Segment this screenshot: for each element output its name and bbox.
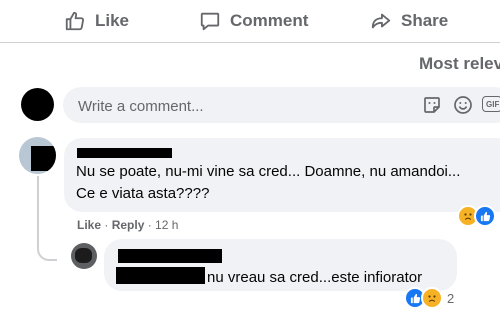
- avatar-redaction: [31, 146, 56, 171]
- comment-sort-dropdown[interactable]: Most relev: [419, 54, 500, 74]
- comment-text-line: Ce e viata asta????: [76, 185, 210, 202]
- like-reaction-icon: [474, 205, 496, 227]
- comment-text: Nu se poate, nu-mi vine sa cred... Doamn…: [76, 161, 500, 205]
- post-action-bar: Like Comment Share: [0, 0, 500, 43]
- reply-text: nu vreau sa cred...este infiorator: [207, 269, 423, 286]
- comment-input[interactable]: [76, 87, 380, 125]
- comment-composer: GIF: [63, 87, 500, 125]
- sticker-icon[interactable]: [422, 95, 442, 120]
- like-label: Like: [95, 11, 130, 30]
- reply-thread-line: [37, 176, 57, 261]
- replier-avatar[interactable]: [71, 243, 97, 269]
- reply-reactions[interactable]: 2: [404, 287, 454, 309]
- emoji-icon[interactable]: [453, 95, 473, 120]
- comment-reply-link[interactable]: Reply: [112, 218, 145, 232]
- comment-label: Comment: [230, 11, 309, 30]
- comment-button[interactable]: Comment: [199, 6, 308, 36]
- current-user-avatar[interactable]: [21, 88, 54, 121]
- comment-reactions[interactable]: [457, 205, 496, 227]
- author-name-redaction: [118, 249, 222, 263]
- comment-icon: [200, 12, 220, 31]
- sad-reaction-icon: [421, 287, 443, 309]
- comment-timestamp[interactable]: · 12 h: [144, 218, 179, 232]
- author-name-redaction: [77, 148, 172, 158]
- comment-actions: Like · Reply · 12 h: [77, 218, 178, 232]
- meta-separator: ·: [101, 218, 112, 232]
- mention-redaction: [116, 267, 205, 284]
- comment-like-link[interactable]: Like: [77, 218, 101, 232]
- sort-label: Most relev: [419, 54, 500, 73]
- share-icon: [371, 13, 391, 29]
- thumbs-up-icon: [65, 11, 85, 31]
- avatar-image: [75, 248, 92, 263]
- share-label: Share: [401, 11, 449, 30]
- comment-text-line: Nu se poate, nu-mi vine sa cred... Doamn…: [76, 163, 461, 180]
- commenter-avatar[interactable]: [19, 137, 56, 174]
- like-button[interactable]: Like: [64, 6, 129, 36]
- share-button[interactable]: Share: [370, 6, 448, 36]
- reaction-count: 2: [447, 290, 455, 306]
- gif-icon[interactable]: GIF: [482, 96, 500, 112]
